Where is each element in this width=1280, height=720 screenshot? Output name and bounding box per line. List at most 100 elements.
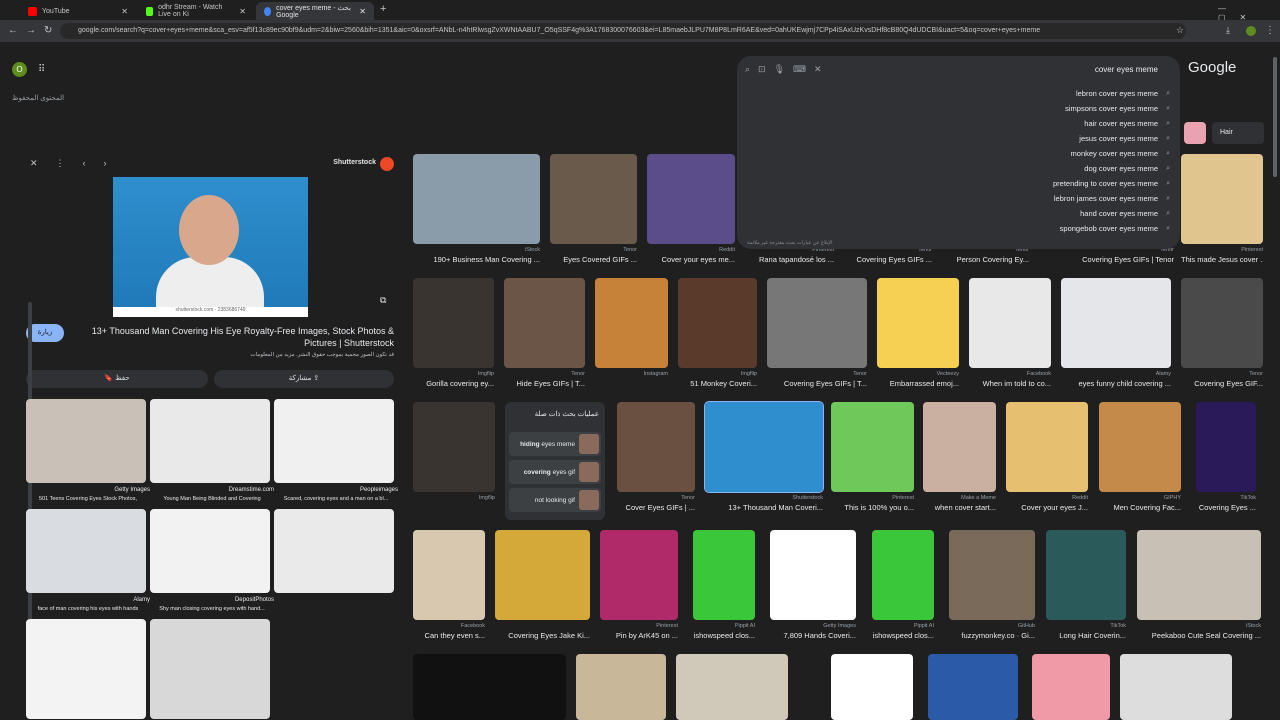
image-title[interactable]: Peekaboo Cute Seal Covering ...: [1137, 631, 1261, 640]
image-source[interactable]: Tenor: [504, 371, 585, 377]
image-result[interactable]: [495, 530, 590, 620]
image-result[interactable]: [1181, 278, 1263, 368]
suggestion-item[interactable]: hair cover eyes meme ⌕: [1084, 119, 1170, 128]
new-tab-button[interactable]: +: [380, 3, 386, 15]
image-title[interactable]: Rana tapandosé los ...: [744, 255, 834, 264]
image-title[interactable]: when cover start...: [923, 503, 996, 512]
related-image[interactable]: [26, 619, 146, 719]
image-title[interactable]: Embarrassed emoj...: [877, 379, 959, 388]
image-result[interactable]: [1099, 402, 1181, 492]
next-icon[interactable]: ›: [104, 158, 107, 169]
preview-title[interactable]: 13+ Thousand Man Covering His Eye Royalt…: [78, 325, 394, 349]
image-result[interactable]: [928, 654, 1018, 720]
related-image[interactable]: [150, 509, 270, 593]
image-source[interactable]: Imgflip: [413, 495, 495, 501]
prev-icon[interactable]: ‹: [83, 158, 86, 169]
reload-icon[interactable]: ↻: [44, 25, 52, 36]
image-result[interactable]: [704, 401, 824, 493]
preview-image[interactable]: shutterstock.com · 2383686749: [113, 177, 308, 317]
image-result[interactable]: [1196, 402, 1256, 492]
image-source[interactable]: Tenor: [617, 495, 695, 501]
tab-google[interactable]: cover eyes meme - بحث Google ✕: [256, 2, 374, 20]
image-title[interactable]: Can they even s...: [413, 631, 485, 640]
image-result[interactable]: [1061, 278, 1171, 368]
image-source[interactable]: Pinterest: [600, 623, 678, 629]
image-result[interactable]: [770, 530, 856, 620]
image-title[interactable]: Young Man Being Blinded and Covering: [150, 496, 274, 502]
image-source[interactable]: iStock: [1137, 623, 1261, 629]
image-source[interactable]: GitHub: [949, 623, 1035, 629]
image-title[interactable]: Covering Eyes GIF...: [1181, 379, 1263, 388]
related-image[interactable]: [150, 619, 270, 719]
bookmark-star-icon[interactable]: ☆: [1176, 25, 1184, 36]
image-title[interactable]: 13+ Thousand Man Coveri...: [705, 503, 823, 512]
image-source[interactable]: Dreamstime.com: [150, 487, 274, 493]
image-source[interactable]: Pippit AI: [693, 623, 755, 629]
image-result[interactable]: [504, 278, 585, 368]
close-icon[interactable]: ✕: [239, 7, 246, 16]
related-image[interactable]: [274, 509, 394, 593]
search-input[interactable]: cover eyes meme: [1095, 65, 1158, 74]
image-source[interactable]: Instagram: [595, 371, 668, 377]
image-source[interactable]: TikTok: [1046, 623, 1126, 629]
image-source[interactable]: Pippit AI: [872, 623, 934, 629]
image-result[interactable]: [949, 530, 1035, 620]
image-source[interactable]: Facebook: [413, 623, 485, 629]
image-result[interactable]: [1181, 154, 1263, 244]
image-title[interactable]: 190+ Business Man Covering ...: [413, 255, 540, 264]
image-title[interactable]: Long Hair Coverin...: [1046, 631, 1126, 640]
url-field[interactable]: google.com/search?q=cover+eyes+meme&sca_…: [60, 23, 1186, 39]
image-source[interactable]: Imgflip: [678, 371, 757, 377]
image-title[interactable]: ishowspeed clos...: [693, 631, 755, 640]
image-title[interactable]: Scared, covering eyes and a man on a bl.…: [274, 496, 398, 502]
image-title[interactable]: Hide Eyes GIFs | T...: [504, 379, 586, 388]
image-title[interactable]: 51 Monkey Coveri...: [678, 379, 757, 388]
back-icon[interactable]: ←: [8, 25, 18, 36]
image-source[interactable]: Reddit: [647, 247, 735, 253]
image-title[interactable]: Pin by ArK45 on ...: [600, 631, 678, 640]
image-result[interactable]: [1120, 654, 1232, 720]
image-title[interactable]: eyes funny child covering ...: [1061, 379, 1171, 388]
scrollbar[interactable]: [1273, 57, 1277, 177]
suggestion-item[interactable]: dog cover eyes meme ⌕: [1084, 164, 1170, 173]
image-source[interactable]: Tenor: [1181, 371, 1263, 377]
image-source[interactable]: GIPHY: [1099, 495, 1181, 501]
image-result[interactable]: [413, 278, 494, 368]
image-result[interactable]: [678, 278, 757, 368]
image-result[interactable]: [413, 654, 566, 720]
image-source[interactable]: DepositPhotos: [150, 597, 274, 603]
image-result[interactable]: [550, 154, 637, 244]
suggestion-item[interactable]: spongebob cover eyes meme ⌕: [1060, 224, 1170, 233]
image-title[interactable]: Eyes Covered GIFs ...: [550, 255, 637, 264]
image-result[interactable]: [676, 654, 788, 720]
related-image[interactable]: [150, 399, 270, 483]
image-title[interactable]: This is 100% you o...: [831, 503, 914, 512]
image-title[interactable]: Cover your eyes J...: [1006, 503, 1088, 512]
image-source[interactable]: TikTok: [1196, 495, 1256, 501]
keyboard-icon[interactable]: ⌨: [793, 64, 806, 75]
camera-icon[interactable]: ⊡: [758, 64, 766, 75]
suggestion-item[interactable]: simpsons cover eyes meme ⌕: [1065, 104, 1170, 113]
image-result[interactable]: [576, 654, 666, 720]
image-title[interactable]: 501 Teens Covering Eyes Stock Photos,: [26, 496, 150, 502]
suggestion-item[interactable]: monkey cover eyes meme ⌕: [1071, 149, 1170, 158]
avatar[interactable]: O: [12, 62, 27, 77]
image-title[interactable]: Person Covering Ey...: [939, 255, 1029, 264]
more-icon[interactable]: ⋮: [56, 158, 65, 169]
image-source[interactable]: Vecteezy: [877, 371, 959, 377]
image-title[interactable]: fuzzymonkey.co · Gi...: [949, 631, 1035, 640]
related-chip[interactable]: covering eyes gif: [509, 460, 601, 484]
image-title[interactable]: Cover Eyes GIFs | ...: [617, 503, 695, 512]
image-source[interactable]: Alamy: [26, 597, 150, 603]
image-result[interactable]: [1046, 530, 1126, 620]
image-title[interactable]: Covering Eyes Jake Ki...: [495, 631, 590, 640]
saved-content-link[interactable]: المحتوى المحفوظ: [12, 94, 64, 102]
image-source[interactable]: Imgflip: [413, 371, 494, 377]
image-source[interactable]: Getty Images: [26, 487, 150, 493]
image-result[interactable]: [969, 278, 1051, 368]
image-result[interactable]: [413, 154, 540, 244]
image-source[interactable]: Pinterest: [1181, 247, 1263, 253]
tab-kick[interactable]: odhr Stream - Watch Live on Ki ✕: [138, 2, 254, 20]
image-source[interactable]: Tenor: [550, 247, 637, 253]
related-image[interactable]: [274, 399, 394, 483]
